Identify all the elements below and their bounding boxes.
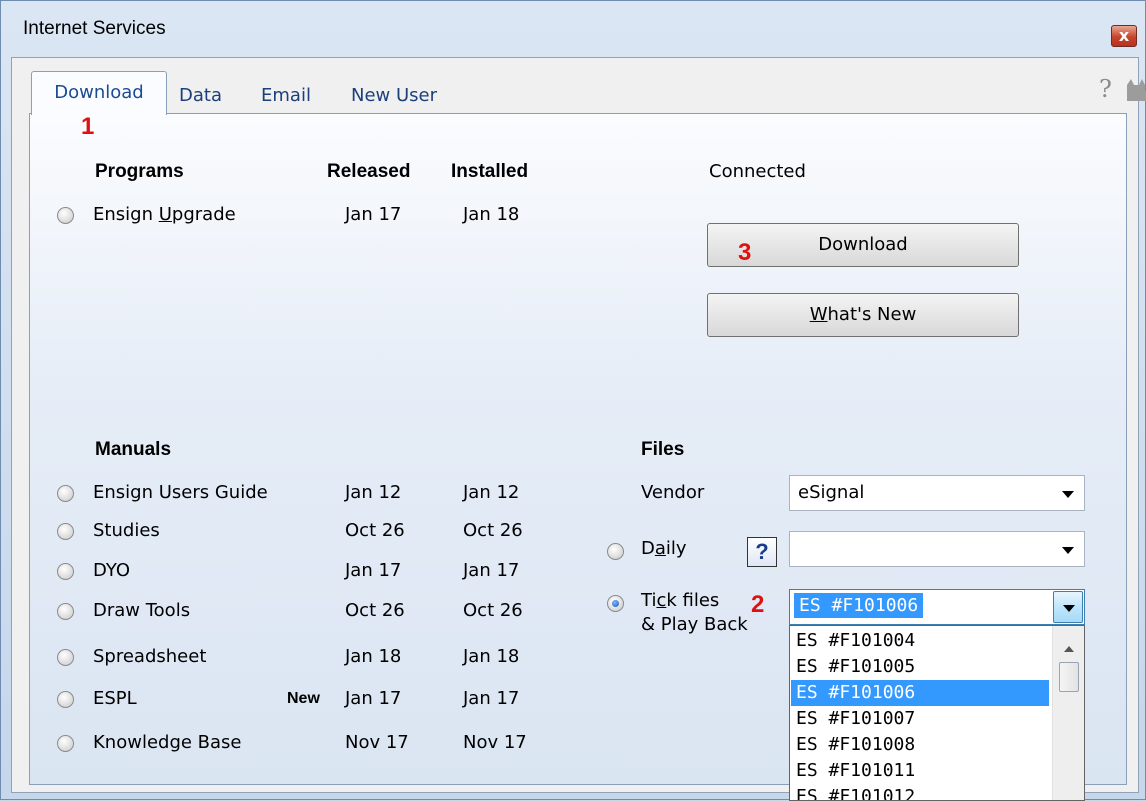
daily-label[interactable]: Daily [641, 538, 687, 559]
daily-help-icon[interactable]: ? [747, 537, 777, 567]
whats-new-button-label: What's New [809, 304, 917, 325]
manual-name[interactable]: ESPL [93, 688, 137, 709]
manual-released: Jan 18 [345, 646, 402, 667]
tick-files-label[interactable]: Tick files [641, 590, 719, 611]
ensign-upgrade-label[interactable]: Ensign Upgrade [93, 204, 236, 225]
manual-installed: Jan 17 [463, 688, 520, 709]
scrollbar-thumb[interactable] [1059, 662, 1079, 692]
help-icon[interactable]: ? [1099, 75, 1112, 103]
tick-file-value[interactable]: ES #F101006 [794, 593, 924, 618]
manual-released: Jan 17 [345, 560, 402, 581]
scroll-up-arrow-icon[interactable] [1064, 646, 1074, 652]
manual-released: Oct 26 [345, 520, 405, 541]
cat-icon[interactable] [1125, 77, 1146, 101]
manual-name[interactable]: Draw Tools [93, 600, 190, 621]
manual-installed: Jan 18 [463, 646, 520, 667]
daily-radio[interactable] [607, 543, 624, 560]
close-button[interactable]: x [1111, 25, 1137, 47]
title-bar[interactable]: Internet Services x [1, 1, 1145, 57]
connection-status: Connected [709, 161, 806, 182]
dropdown-option-selected[interactable]: ES #F101006 [791, 680, 1049, 706]
vendor-label: Vendor [641, 482, 705, 503]
manual-name[interactable]: Studies [93, 520, 160, 541]
installed-header: Installed [451, 161, 529, 182]
dropdown-option[interactable]: ES #F101005 [791, 654, 1049, 680]
tab-data[interactable]: Data [179, 81, 222, 113]
manual-released: Jan 17 [345, 688, 402, 709]
manual-radio[interactable] [57, 485, 74, 502]
internet-services-window: Internet Services x Download Data Email … [0, 0, 1146, 801]
play-back-label: & Play Back [641, 614, 748, 635]
manual-radio[interactable] [57, 735, 74, 752]
manual-name[interactable]: Spreadsheet [93, 646, 206, 667]
dropdown-option[interactable]: ES #F101007 [791, 706, 1049, 732]
whats-new-button[interactable]: What's New [707, 293, 1019, 337]
dropdown-option[interactable]: ES #F101011 [791, 758, 1049, 784]
annotation-3: 3 [738, 239, 752, 266]
dropdown-scrollbar[interactable] [1052, 626, 1084, 800]
files-header: Files [641, 439, 685, 460]
manual-radio[interactable] [57, 649, 74, 666]
ensign-upgrade-installed: Jan 18 [463, 204, 520, 225]
tab-strip: Download Data Email New User ? [13, 59, 1146, 115]
manual-name[interactable]: Ensign Users Guide [93, 482, 268, 503]
programs-header: Programs [95, 161, 184, 182]
tick-file-select[interactable]: ES #F101006 [789, 589, 1085, 625]
dropdown-option[interactable]: ES #F101008 [791, 732, 1049, 758]
tab-download[interactable]: Download [31, 71, 167, 115]
annotation-1: 1 [81, 113, 95, 140]
tick-file-dropdown-list: ES #F101004 ES #F101005 ES #F101006 ES #… [789, 625, 1085, 801]
manual-radio[interactable] [57, 563, 74, 580]
manual-name[interactable]: DYO [93, 560, 130, 581]
manual-radio[interactable] [57, 691, 74, 708]
tick-files-radio[interactable] [607, 595, 624, 612]
manual-radio[interactable] [57, 523, 74, 540]
vendor-value: eSignal [798, 482, 865, 503]
annotation-2: 2 [751, 591, 765, 618]
manual-installed: Jan 17 [463, 560, 520, 581]
manual-installed: Oct 26 [463, 520, 523, 541]
chevron-down-icon [1062, 547, 1074, 554]
window-title: Internet Services [23, 18, 166, 39]
manual-released: Jan 12 [345, 482, 402, 503]
dropdown-option[interactable]: ES #F101004 [791, 628, 1049, 654]
ensign-upgrade-radio[interactable] [57, 207, 74, 224]
chevron-down-icon [1062, 491, 1074, 498]
tab-new-user[interactable]: New User [351, 81, 437, 113]
manual-radio[interactable] [57, 603, 74, 620]
manuals-header: Manuals [95, 439, 172, 460]
manual-installed: Oct 26 [463, 600, 523, 621]
released-header: Released [327, 161, 411, 182]
ensign-upgrade-released: Jan 17 [345, 204, 402, 225]
daily-select[interactable] [789, 531, 1085, 567]
manual-installed: Nov 17 [463, 732, 527, 753]
new-badge: New [287, 690, 320, 707]
manual-released: Nov 17 [345, 732, 409, 753]
dropdown-button[interactable] [1053, 591, 1083, 623]
tab-email[interactable]: Email [261, 81, 311, 113]
dropdown-option[interactable]: ES #F101012 [791, 784, 1049, 800]
download-button-label: Download [818, 234, 908, 255]
manual-released: Oct 26 [345, 600, 405, 621]
vendor-select[interactable]: eSignal [789, 475, 1085, 511]
manual-installed: Jan 12 [463, 482, 520, 503]
download-button[interactable]: 3 Download [707, 223, 1019, 267]
manual-name[interactable]: Knowledge Base [93, 732, 242, 753]
